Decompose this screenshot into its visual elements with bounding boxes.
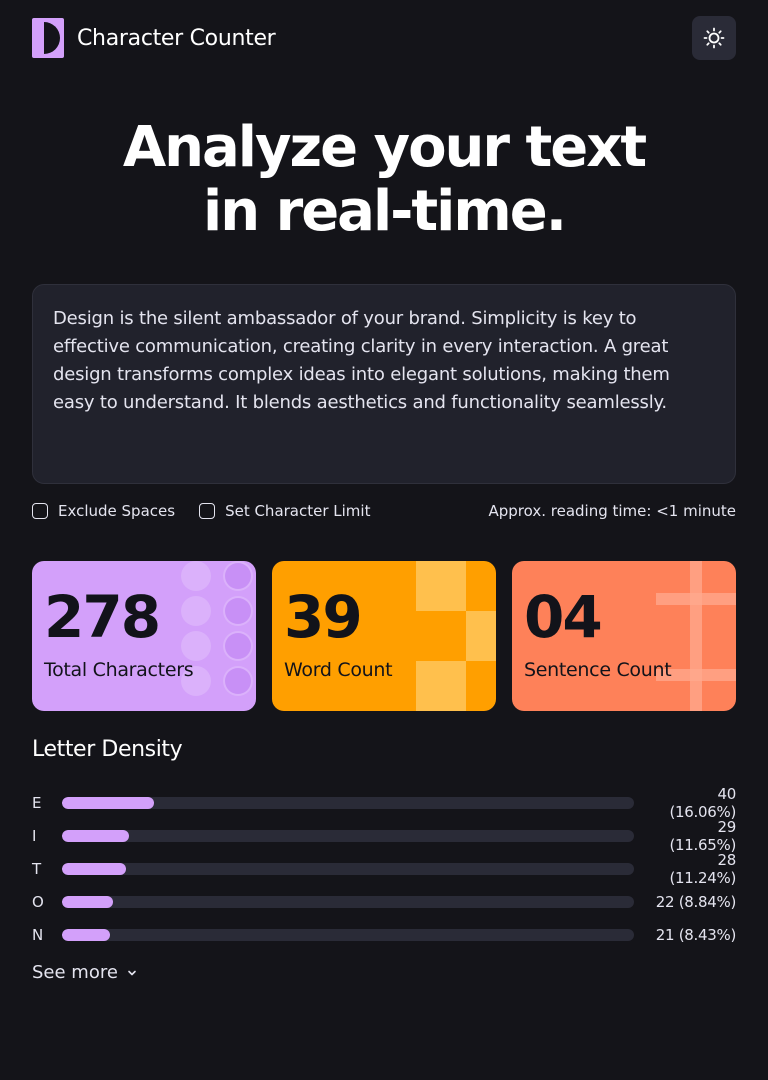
density-letter: N (32, 925, 44, 944)
density-row: N 21 (8.43%) (32, 918, 736, 951)
density-count: 21 (8.43%) (655, 925, 737, 944)
char-limit-checkbox[interactable] (199, 503, 216, 519)
brand[interactable]: Character Counter (32, 18, 276, 58)
density-letter: O (32, 892, 44, 911)
total-characters-label: Total Characters (44, 659, 194, 681)
exclude-spaces-label: Exclude Spaces (58, 502, 176, 520)
sentence-count-label: Sentence Count (524, 659, 672, 681)
sun-icon (703, 27, 725, 49)
app-name: Character Counter (77, 25, 276, 51)
stats-cards: 278 Total Characters 39 Word Count 04 Se… (32, 561, 736, 711)
reading-time: Approx. reading time: <1 minute (488, 502, 736, 520)
density-row: E 40 (16.06%) (32, 784, 737, 821)
density-fill (62, 928, 111, 941)
see-more-button[interactable]: See more (32, 962, 138, 983)
card-pattern-circles-icon (181, 561, 253, 696)
half-circle-logo-icon (32, 18, 64, 58)
letter-density-title: Letter Density (32, 737, 183, 762)
density-fill (62, 796, 154, 809)
chevron-down-icon (128, 970, 136, 975)
card-pattern-squares-icon (416, 561, 496, 711)
density-count: 29 (11.65%) (669, 817, 737, 854)
word-count-label: Word Count (284, 659, 393, 681)
density-track (62, 895, 634, 908)
density-letter: T (32, 859, 42, 878)
see-more-label: See more (32, 962, 118, 983)
letter-density-list: E 40 (16.06%) I 29 (11.65%) T 28 (11.24%… (32, 784, 737, 951)
char-limit-label: Set Character Limit (225, 502, 371, 520)
page-title-line-2: in real-time. (203, 179, 567, 244)
density-count: 28 (11.24%) (669, 850, 737, 887)
total-characters-card: 278 Total Characters (32, 561, 256, 711)
option-group: Exclude Spaces Set Character Limit (32, 502, 370, 520)
density-track (62, 796, 634, 809)
density-track (62, 928, 634, 941)
density-fill (62, 895, 113, 908)
sentence-count-value: 04 (524, 583, 603, 651)
options-bar: Exclude Spaces Set Character Limit Appro… (32, 500, 736, 522)
total-characters-value: 278 (44, 583, 161, 651)
word-count-value: 39 (284, 583, 363, 651)
sentence-count-card: 04 Sentence Count (512, 561, 736, 711)
exclude-spaces-checkbox[interactable] (32, 503, 48, 519)
density-track (62, 862, 634, 875)
exclude-spaces-option[interactable]: Exclude Spaces (32, 502, 175, 520)
density-track (62, 829, 634, 842)
density-row: T 28 (11.24%) (32, 850, 737, 887)
density-row: I 29 (11.65%) (32, 817, 737, 854)
char-limit-option[interactable]: Set Character Limit (199, 502, 370, 520)
density-count: 22 (8.84%) (655, 892, 737, 911)
density-count: 40 (16.06%) (669, 784, 737, 821)
card-pattern-cross-icon (656, 561, 736, 711)
header: Character Counter (32, 16, 736, 60)
density-letter: I (32, 826, 37, 845)
text-input[interactable]: Design is the silent ambassador of your … (32, 284, 736, 484)
page-title-line-1: Analyze your text (122, 115, 647, 180)
word-count-card: 39 Word Count (272, 561, 496, 711)
density-fill (62, 829, 129, 842)
density-fill (62, 862, 127, 875)
density-row: O 22 (8.84%) (32, 885, 736, 918)
page-title: Analyze your text in real-time. (0, 116, 768, 244)
density-letter: E (32, 793, 42, 812)
theme-toggle-button[interactable] (692, 16, 736, 60)
